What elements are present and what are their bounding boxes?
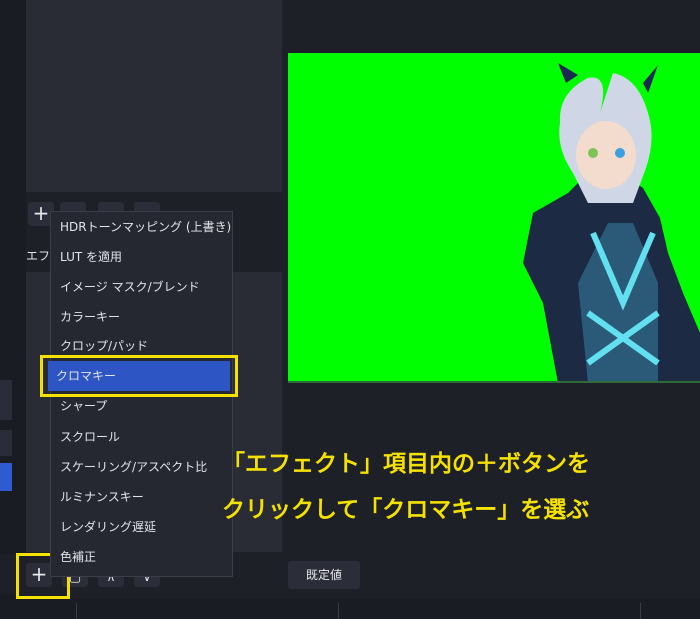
instruction-caption-line2: クリックして「クロマキー」を選ぶ [222,497,590,523]
menu-item-hdr-tonemap[interactable]: HDRトーンマッピング (上書き) [52,213,232,241]
default-button[interactable]: 既定値 [288,561,360,589]
source-preview [288,53,700,383]
preview-divider [288,381,700,383]
divider [640,603,641,619]
menu-item-scroll[interactable]: スクロール [52,423,232,451]
menu-item-scaling[interactable]: スケーリング/アスペクト比 [52,453,232,481]
left-edge-tab[interactable] [0,430,12,456]
menu-item-apply-lut[interactable]: LUT を適用 [52,243,232,271]
filter-list-panel [26,0,282,192]
left-selected-indicator [0,463,12,491]
instruction-caption-line1: 「エフェクト」項目内の＋ボタンを [222,451,590,477]
plus-icon: + [32,201,50,225]
menu-item-image-mask[interactable]: イメージ マスク/ブレンド [52,273,232,301]
menu-item-luma-key[interactable]: ルミナンスキー [52,483,232,511]
left-strip [0,0,26,619]
menu-item-color-correction[interactable]: 色補正 [52,543,232,571]
footer [0,599,700,619]
divider [338,603,339,619]
chroma-key-highlight [40,355,238,397]
menu-item-color-key[interactable]: カラーキー [52,303,232,331]
left-edge-tab[interactable] [0,380,12,420]
character-image [523,63,700,383]
divider [76,603,77,619]
menu-item-render-delay[interactable]: レンダリング遅延 [52,513,232,541]
